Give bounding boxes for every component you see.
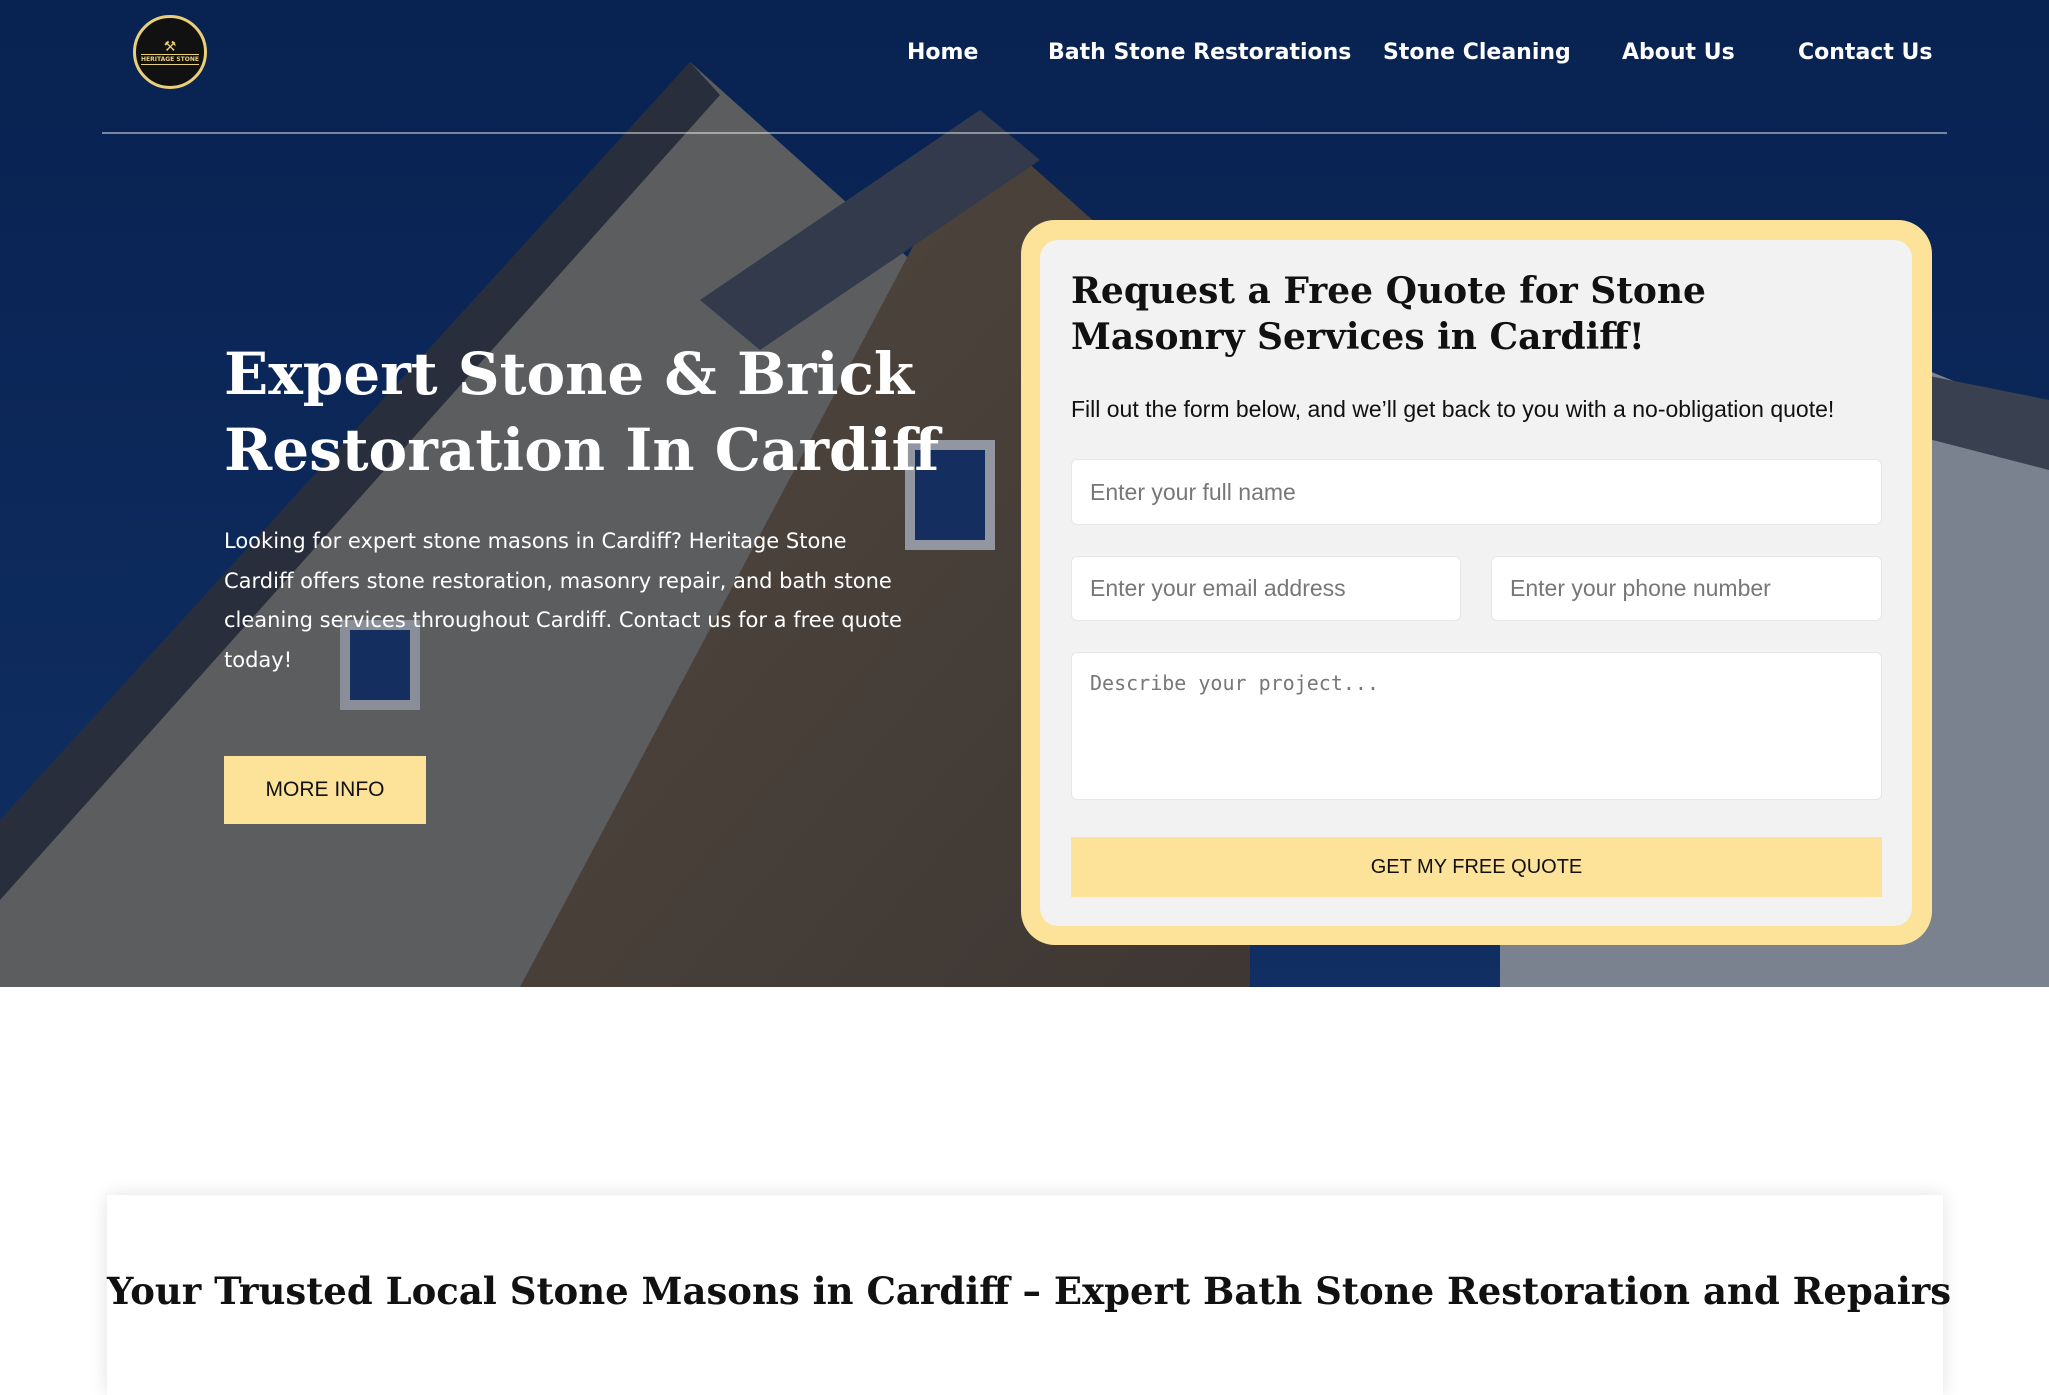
header-divider [102,132,1947,134]
nav-bath-stone-restorations[interactable]: Bath Stone Restorations [1048,40,1351,65]
quote-form-card: Request a Free Quote for Stone Masonry S… [1021,220,1932,945]
nav-home[interactable]: Home [907,40,978,65]
nav-stone-cleaning[interactable]: Stone Cleaning [1383,40,1571,65]
more-info-button[interactable]: MORE INFO [224,756,426,824]
hero-description: Looking for expert stone masons in Cardi… [224,529,902,672]
email-input[interactable] [1071,556,1461,621]
phone-input[interactable] [1491,556,1882,621]
hero-title: Expert Stone & Brick Restoration In Card… [224,340,940,484]
hero-section: ⚒ HERITAGE STONE Home Bath Stone Restora… [0,0,2049,987]
intro-card: Your Trusted Local Stone Masons in Cardi… [107,1195,1952,1395]
quote-form: Request a Free Quote for Stone Masonry S… [1040,240,1912,926]
form-subtitle: Fill out the form below, and we’ll get b… [1071,396,1835,422]
main-nav: Home Bath Stone Restorations Stone Clean… [0,40,2049,74]
section-heading: Your Trusted Local Stone Masons in Cardi… [107,1269,1952,1313]
project-description-textarea[interactable] [1071,652,1882,800]
form-title: Request a Free Quote for Stone Masonry S… [1071,270,1706,358]
nav-contact-us[interactable]: Contact Us [1798,40,1932,65]
full-name-input[interactable] [1071,459,1882,525]
nav-about-us[interactable]: About Us [1622,40,1735,65]
get-free-quote-button[interactable]: GET MY FREE QUOTE [1071,837,1882,897]
